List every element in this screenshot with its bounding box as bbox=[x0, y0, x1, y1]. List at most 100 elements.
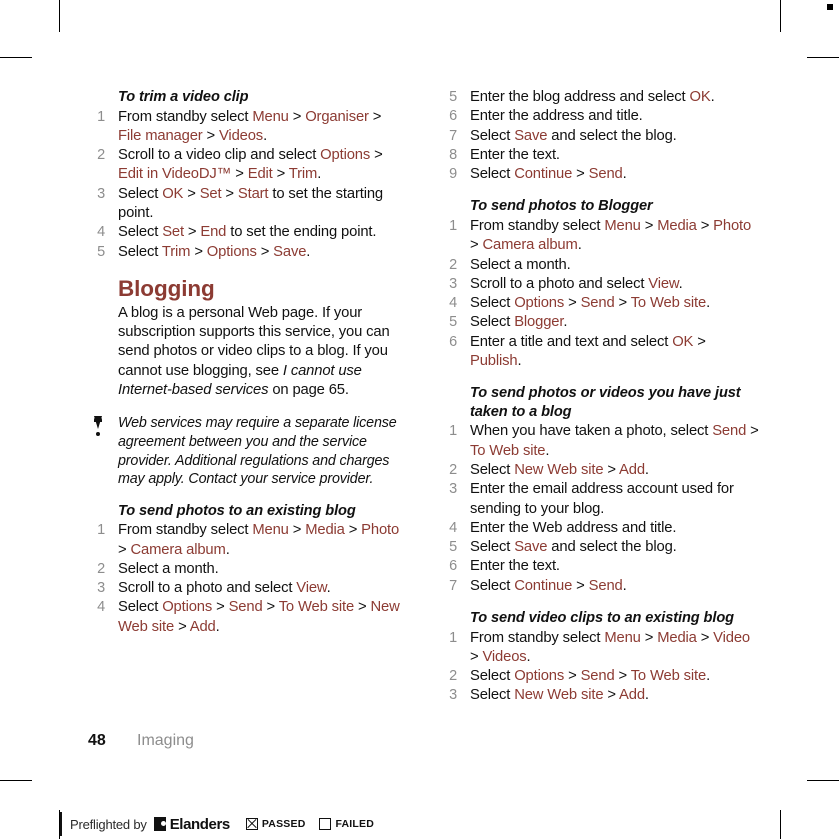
procedure-step: 4 Select Set > End to set the ending poin… bbox=[88, 223, 408, 242]
procedure-step: 1 When you have taken a photo, select Sen… bbox=[440, 422, 760, 461]
procedure-step: 1 From standby select Menu > Media > Phot… bbox=[88, 521, 408, 560]
note-text: Web services may require a separate lice… bbox=[118, 415, 397, 488]
step-number: 2 bbox=[449, 461, 457, 478]
step-number: 3 bbox=[97, 185, 105, 202]
step-text: Select Options > Send > To Web site. bbox=[470, 668, 711, 685]
procedure-step: 5 Select Trim > Options > Save. bbox=[88, 243, 408, 262]
step-number: 6 bbox=[449, 108, 457, 125]
procedure-step: 7 Select Continue > Send. bbox=[440, 577, 760, 596]
ui-term: OK bbox=[689, 89, 711, 105]
procedure-step: 2 Select a month. bbox=[88, 560, 408, 579]
elanders-logo-icon bbox=[153, 817, 166, 831]
procedure-title-send-photos-to-blogger: To send photos to Blogger bbox=[470, 198, 653, 215]
preflight-brand-name: Elanders bbox=[169, 815, 231, 833]
step-number: 6 bbox=[449, 558, 457, 575]
preflight-rule bbox=[60, 812, 62, 836]
step-number: 7 bbox=[449, 577, 457, 594]
ui-term: View bbox=[648, 275, 679, 292]
step-number: 9 bbox=[449, 166, 457, 183]
step-number: 4 bbox=[97, 599, 105, 616]
step-text: Enter the text. bbox=[470, 146, 560, 163]
procedure-steps-send-just-taken-to-blog: 1 When you have taken a photo, select Sen… bbox=[440, 422, 760, 596]
procedure-step: 2 Select New Web site > Add. bbox=[440, 461, 760, 480]
step-text: Select Continue > Send. bbox=[470, 166, 627, 183]
step-number: 5 bbox=[449, 314, 457, 331]
ui-term: Send bbox=[588, 166, 623, 183]
step-number: 5 bbox=[449, 539, 457, 556]
procedure-step: 3 Select OK > Set > Start to set the star… bbox=[88, 185, 408, 224]
ui-term: Media bbox=[657, 217, 697, 234]
procedure-step: 2 Select a month. bbox=[440, 256, 760, 275]
step-text: From standby select Menu > Organiser > F… bbox=[118, 108, 382, 144]
step-text: Scroll to a photo and select View. bbox=[470, 275, 683, 292]
step-text: When you have taken a photo, select Send… bbox=[470, 423, 759, 459]
ui-term: Photo bbox=[713, 217, 752, 234]
procedure-step: 8 Enter the text. bbox=[440, 146, 760, 165]
ui-term: Save bbox=[273, 243, 307, 260]
cross-reference: I cannot use Internet-based services bbox=[118, 362, 362, 399]
ui-term: Publish bbox=[470, 353, 518, 370]
ui-term: New Web site bbox=[514, 687, 604, 704]
ui-term: Camera album bbox=[482, 237, 578, 254]
step-text: Enter the blog address and select OK. bbox=[470, 89, 715, 105]
ui-term: Save bbox=[514, 539, 548, 556]
ui-term: Organiser bbox=[305, 108, 369, 125]
step-number: 5 bbox=[449, 89, 457, 105]
step-text: From standby select Menu > Media > Photo… bbox=[470, 217, 752, 254]
step-text: Select a month. bbox=[470, 256, 571, 273]
procedure-title-trim-video-clip: To trim a video clip bbox=[118, 89, 249, 105]
ui-term: OK bbox=[672, 333, 694, 350]
step-number: 1 bbox=[449, 423, 457, 440]
exclamation-icon bbox=[93, 416, 102, 438]
ui-term: Media bbox=[305, 522, 345, 539]
step-number: 2 bbox=[449, 668, 457, 685]
step-text: Scroll to a photo and select View. bbox=[118, 580, 331, 597]
procedure-steps-send-video-clips-existing-blog: 1 From standby select Menu > Media > Vide… bbox=[440, 629, 760, 706]
ui-term: Send bbox=[580, 295, 615, 312]
procedure-title-send-just-taken-to-blog: To send photos or videos you have just t… bbox=[470, 385, 741, 420]
ui-term: Continue bbox=[514, 577, 573, 594]
ui-term: Media bbox=[657, 629, 697, 646]
ui-term: Menu bbox=[252, 522, 289, 539]
step-text: Enter the email address account used for… bbox=[470, 481, 734, 517]
procedure-step: 3 Scroll to a photo and select View. bbox=[440, 275, 760, 294]
step-text: Select Save and select the blog. bbox=[470, 127, 677, 144]
ui-term: To Web site bbox=[470, 442, 546, 459]
preflight-stamp: Preflighted by Elanders PASSED FAILED bbox=[60, 812, 374, 836]
procedure-step: 5 Select Save and select the blog. bbox=[440, 538, 760, 557]
ui-term: Add bbox=[189, 618, 216, 635]
failed-label: FAILED bbox=[335, 818, 375, 830]
ui-term: Photo bbox=[361, 522, 400, 539]
failed-checkbox-icon bbox=[319, 818, 332, 830]
step-text: Enter the text. bbox=[470, 558, 560, 575]
ui-term: Trim bbox=[161, 243, 191, 260]
preflight-failed-group: FAILED bbox=[319, 818, 374, 830]
ui-term: Videos bbox=[218, 127, 264, 144]
ui-term: Set bbox=[162, 224, 184, 241]
manual-page: To trim a video clip 1 From standby selec… bbox=[0, 0, 839, 839]
step-number: 1 bbox=[97, 522, 105, 539]
footer-section-name: Imaging bbox=[137, 732, 194, 749]
ui-term: View bbox=[296, 580, 327, 597]
procedure-step: 9 Select Continue > Send. bbox=[440, 165, 760, 184]
procedure-step: 6 Enter the address and title. bbox=[440, 107, 760, 126]
procedure-steps-send-photos-existing-blog: 1 From standby select Menu > Media > Phot… bbox=[88, 521, 408, 637]
step-number: 1 bbox=[449, 217, 457, 234]
ui-term: Options bbox=[320, 147, 371, 164]
ui-term: Add bbox=[619, 687, 645, 704]
ui-term: End bbox=[200, 224, 227, 241]
page-footer: 48 Imaging bbox=[88, 732, 194, 750]
ui-term: Blogger bbox=[514, 314, 564, 331]
step-text: Select Blogger. bbox=[470, 314, 568, 331]
procedure-step: 4 Enter the Web address and title. bbox=[440, 519, 760, 538]
ui-term: To Web site bbox=[630, 668, 707, 685]
step-number: 4 bbox=[449, 519, 457, 536]
step-text: Select Set > End to set the ending point… bbox=[118, 224, 377, 241]
procedure-step: 1 From standby select Menu > Organiser > … bbox=[88, 108, 408, 147]
step-number: 5 bbox=[97, 243, 105, 260]
step-number: 3 bbox=[449, 481, 457, 498]
ui-term: Start bbox=[237, 185, 269, 202]
procedure-steps-send-photos-to-blogger: 1 From standby select Menu > Media > Phot… bbox=[440, 217, 760, 371]
step-text: Select Save and select the blog. bbox=[470, 539, 677, 556]
step-text: From standby select Menu > Media > Video… bbox=[470, 629, 750, 665]
